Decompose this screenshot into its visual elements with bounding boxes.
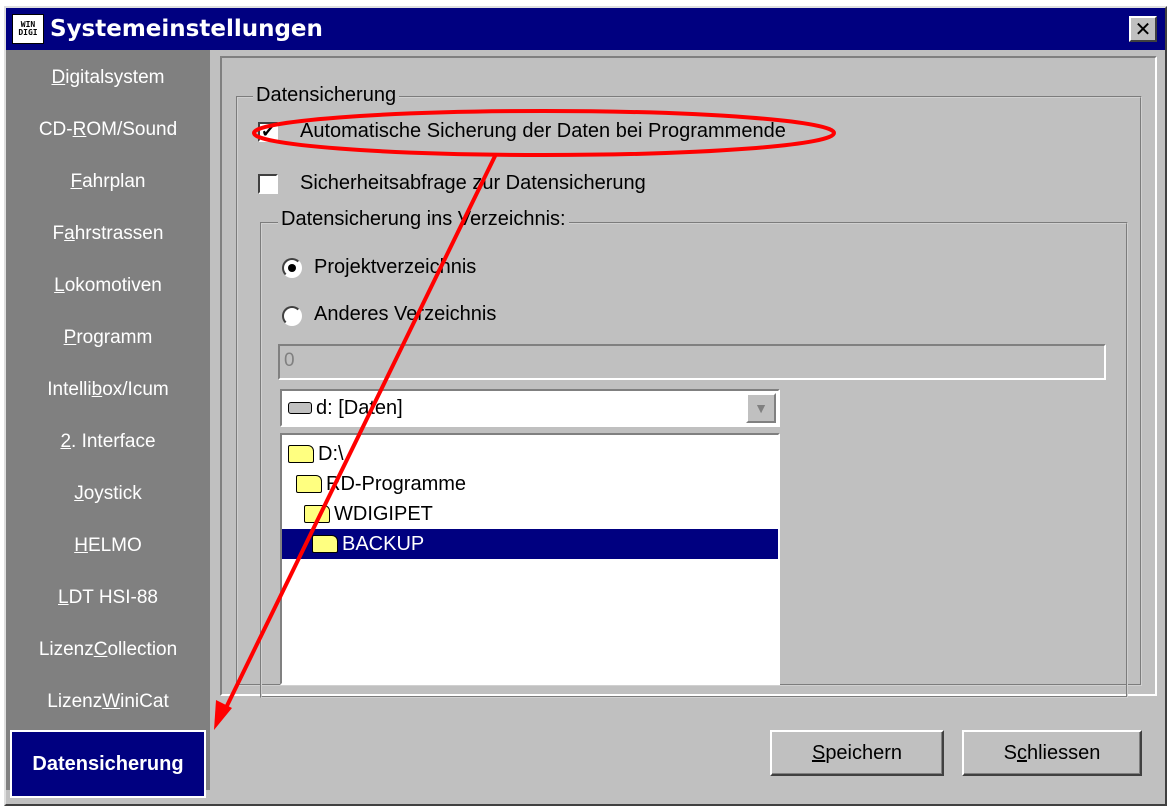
backup-dir-group-label: Datensicherung ins Verzeichnis: <box>278 208 569 231</box>
confirm-backup-label: Sicherheitsabfrage zur Datensicherung <box>300 172 646 194</box>
sidebar-item-intellibox[interactable]: Intelli b ox/Icum <box>6 364 210 416</box>
dir-item-wdigipet[interactable]: WDIGIPET <box>304 499 433 529</box>
window-title: Systemeinstellungen <box>50 16 323 42</box>
sidebar-item-fahrplan[interactable]: Fahrplan <box>6 156 210 208</box>
auto-backup-checkbox[interactable]: ✔ <box>258 122 278 142</box>
app-icon: WIN DIGI <box>12 14 44 44</box>
close-button[interactable]: Sc hliessen <box>962 730 1142 776</box>
checkbox-check-icon: ✔ <box>261 124 275 141</box>
sidebar-item-cdrom-sound[interactable]: CD- R OM/Sound <box>6 104 210 156</box>
sidebar-item-lokomotiven[interactable]: Lokomotiven <box>6 260 210 312</box>
sidebar-item-datensicherung[interactable]: Datensicherung <box>10 730 206 798</box>
folder-icon <box>304 505 330 523</box>
sidebar-item-joystick[interactable]: Joystick <box>6 468 210 520</box>
sidebar-item-interface-2[interactable]: 2. Interface <box>6 416 210 468</box>
sidebar-item-programm[interactable]: Programm <box>6 312 210 364</box>
dir-item-backup[interactable]: BACKUP <box>282 529 778 559</box>
dropdown-arrow-icon[interactable]: ▼ <box>746 393 776 423</box>
radio-dot-icon <box>288 264 296 272</box>
sidebar-item-lizenz-winicat[interactable]: Lizenz WiniCat <box>6 676 210 728</box>
sidebar-item-helmo[interactable]: H ELMO <box>6 520 210 572</box>
directory-list[interactable]: D:\ RD-Programme WDIGIPET BACKUP <box>280 433 780 685</box>
sidebar: Digitalsystem CD- R OM/Sound Fahrplan Fa hr… <box>6 50 210 798</box>
confirm-backup-checkbox[interactable] <box>258 174 278 194</box>
drive-select-value: d: [Daten] <box>316 396 403 419</box>
radio-other-dir-label: Anderes Verzeichnis <box>314 303 497 325</box>
save-button[interactable]: Speichern <box>770 730 944 776</box>
dir-item-rd-programme[interactable]: RD-Programme <box>296 469 466 499</box>
backup-group-label: Datensicherung <box>253 84 400 107</box>
sidebar-item-digitalsystem[interactable]: Digitalsystem <box>6 52 210 104</box>
folder-icon <box>296 475 322 493</box>
sidebar-item-lizenz-collection[interactable]: Lizenz Collection <box>6 624 210 676</box>
backup-path-input[interactable]: 0 <box>278 344 1106 380</box>
radio-project-dir-label: Projektverzeichnis <box>314 256 477 278</box>
close-icon[interactable]: ✕ <box>1129 16 1157 42</box>
drive-select[interactable]: d: [Daten] ▼ <box>280 389 780 427</box>
folder-icon <box>288 445 314 463</box>
sidebar-item-fahrstrassen[interactable]: Fa hrstrassen <box>6 208 210 260</box>
folder-icon <box>312 535 338 553</box>
radio-project-dir[interactable] <box>282 258 302 278</box>
drive-icon <box>288 402 312 414</box>
sidebar-item-ldt-hsi-88[interactable]: L DT HSI-88 <box>6 572 210 624</box>
title-bar[interactable]: WIN DIGI Systemeinstellungen ✕ <box>6 8 1165 50</box>
radio-other-dir[interactable] <box>282 306 302 326</box>
dir-item-root[interactable]: D:\ <box>288 439 344 469</box>
auto-backup-label: Automatische Sicherung der Daten bei Pro… <box>300 120 786 142</box>
